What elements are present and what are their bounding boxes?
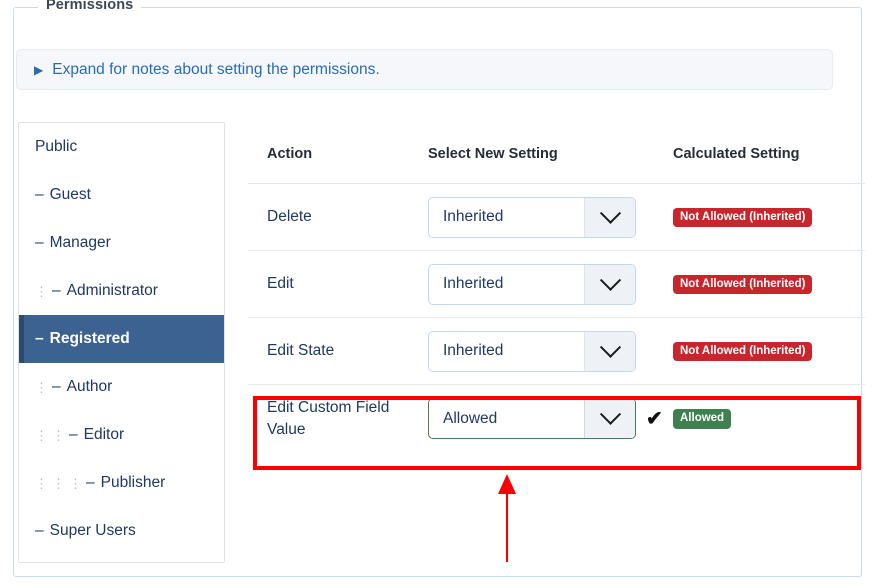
sidebar-item-label: Editor [83,426,125,443]
setting-select[interactable]: Inherited [428,330,636,372]
sidebar-item-manager[interactable]: – Manager [19,219,224,267]
setting-select[interactable]: Allowed [428,398,636,439]
tree-indent-icon: ⋮ [35,283,48,299]
chevron-down-icon[interactable] [584,399,635,438]
status-badge: Not Allowed (Inherited) [673,207,813,228]
table-header-row: Action Select New Setting Calculated Set… [248,146,865,184]
sidebar-item-label: Registered [49,330,130,347]
calculated-setting-cell: Not Allowed (Inherited) [673,207,865,228]
action-label: Delete [267,208,312,225]
status-badge: Not Allowed (Inherited) [673,274,813,295]
tree-dash-icon: – [52,378,61,395]
panel-legend: Permissions [38,0,142,13]
status-badge: Allowed [673,409,732,429]
setting-cell: Inherited [428,330,673,372]
table-row: Edit Inherited Not Allowed (Inherited) [248,251,865,318]
sidebar-item-guest[interactable]: – Guest [19,171,224,219]
setting-cell: Inherited [428,263,673,305]
tree-dash-icon: – [52,282,61,299]
tree-dash-icon: – [35,522,44,539]
tree-dash-icon: – [35,330,44,347]
chevron-down-icon[interactable] [584,331,635,371]
role-list-sidebar[interactable]: Public – Guest – Manager ⋮ – Administrator – Regi… [18,122,225,563]
sidebar-item-public[interactable]: Public [19,123,224,171]
tree-dash-icon: – [35,234,44,251]
sidebar-item-author[interactable]: ⋮ – Author [19,363,224,411]
up-arrow-icon [497,474,517,562]
calculated-setting-cell: Allowed [673,408,865,429]
tree-indent-icon: ⋮ [35,475,48,491]
expand-notes-banner[interactable]: ▶ Expand for notes about setting the per… [16,49,833,90]
tree-dash-icon: – [69,426,78,443]
calculated-setting-cell: Not Allowed (Inherited) [673,274,865,295]
action-label: Edit State [267,342,335,359]
tree-dash-icon: – [86,474,95,491]
permissions-table: Action Select New Setting Calculated Set… [248,146,865,452]
setting-select[interactable]: Inherited [428,196,636,238]
sidebar-item-label: Super Users [49,522,136,539]
tree-indent-icon: ⋮ [52,427,65,443]
sidebar-item-registered[interactable]: – Registered [19,315,224,363]
action-label: Edit Custom Field Value [267,398,390,438]
calculated-setting-cell: Not Allowed (Inherited) [673,341,865,362]
sidebar-item-label: Author [66,378,113,395]
status-badge: Not Allowed (Inherited) [673,341,813,362]
setting-select-value: Inherited [443,342,504,359]
setting-select[interactable]: Inherited [428,263,636,305]
tree-dash-icon: – [35,186,44,203]
triangle-right-icon: ▶ [34,63,44,77]
sidebar-item-editor[interactable]: ⋮ ⋮ – Editor [19,411,224,459]
sidebar-item-label: Manager [49,234,111,251]
column-header-select-new-setting: Select New Setting [428,146,558,162]
sidebar-item-super-users[interactable]: – Super Users [19,507,224,555]
chevron-down-icon[interactable] [584,197,635,237]
sidebar-item-administrator[interactable]: ⋮ – Administrator [19,267,224,315]
tree-indent-icon: ⋮ [35,427,48,443]
setting-cell: Inherited [428,196,673,238]
sidebar-item-label: Administrator [66,282,158,299]
chevron-down-icon[interactable] [584,264,635,304]
setting-select-value: Allowed [443,409,498,427]
column-header-calculated-setting: Calculated Setting [673,146,800,162]
action-label: Edit [267,275,294,292]
table-row: Edit State Inherited Not Allowed (Inherite… [248,318,865,385]
table-body: Delete Inherited Not Allowed (Inherited) Ed… [248,184,865,452]
sidebar-item-publisher[interactable]: ⋮ ⋮ ⋮ – Publisher [19,459,224,507]
setting-cell: Allowed ✔ [428,398,673,439]
sidebar-item-label: Public [35,138,78,155]
table-row: Delete Inherited Not Allowed (Inherited) [248,184,865,251]
tree-indent-icon: ⋮ [35,379,48,395]
sidebar-item-label: Publisher [100,474,166,491]
column-header-action: Action [267,146,313,162]
setting-select-value: Inherited [443,208,504,225]
tree-indent-icon: ⋮ [69,475,82,491]
sidebar-item-label: Guest [49,186,91,203]
expand-notes-label: Expand for notes about setting the permi… [52,60,380,78]
table-row: Edit Custom Field Value Allowed ✔ Allowed [248,385,865,452]
setting-select-value: Inherited [443,275,504,292]
tree-indent-icon: ⋮ [52,475,65,491]
checkmark-icon: ✔ [646,407,663,430]
